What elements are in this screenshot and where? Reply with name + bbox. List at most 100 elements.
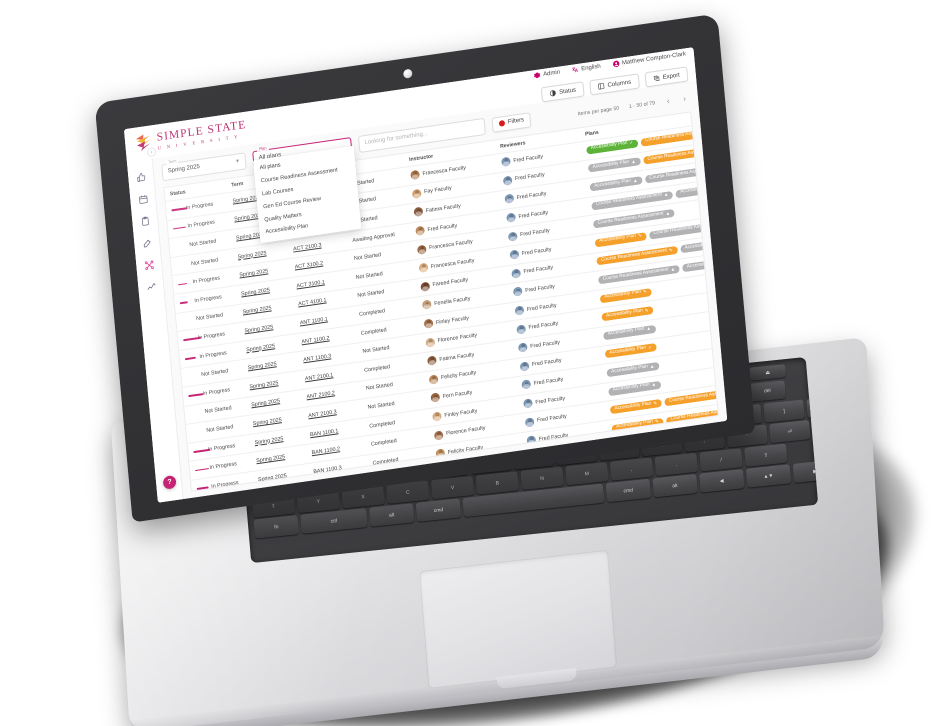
cell-instructor-label: Fred Faculty [427, 222, 458, 233]
cell-reviewer-label: Fred Faculty [535, 395, 566, 406]
keyboard-key[interactable]: ▶ [792, 459, 819, 483]
status-label: Not Started [195, 312, 224, 323]
cell-term[interactable]: Spring 2025 [239, 321, 295, 335]
keyboard-key[interactable]: del [748, 380, 787, 402]
plan-badge-label: Course Readiness Assessment [644, 131, 693, 144]
cell-term[interactable]: Spring 2025 [243, 358, 299, 372]
plan-badge[interactable]: Accessibility Plan▲ [679, 242, 703, 254]
keyboard-key[interactable]: cmd [415, 498, 462, 522]
cell-term[interactable]: Spring 2025 [248, 414, 304, 428]
keyboard-key[interactable]: alt [652, 473, 698, 498]
keyboard-key[interactable]: N [520, 466, 564, 490]
cell-reviewer-label: Fred Faculty [536, 413, 567, 424]
plan-badge-label: Accessibility Plan [679, 186, 698, 195]
avatar [523, 398, 533, 409]
avatar [425, 337, 436, 348]
keyboard-key[interactable]: ▲▼ [745, 464, 792, 488]
plan-dropdown-menu[interactable]: All plans Course Readiness Assessment Lab … [252, 145, 362, 243]
cell-reviewer-label: Fred Faculty [523, 265, 554, 276]
avatar [435, 448, 446, 459]
avatar [511, 268, 521, 279]
keyboard-key[interactable]: M [565, 462, 609, 486]
plan-badge[interactable]: Accessibility Plan▲ [682, 261, 705, 273]
avatar [507, 231, 518, 242]
plan-badge-label: Course Readiness Assessment [647, 149, 695, 163]
term-field-label: Term [165, 158, 179, 165]
filters-button[interactable]: Filters [491, 111, 532, 133]
plan-badge-status-icon: ▲ [649, 363, 655, 369]
keyboard-key[interactable]: / [699, 448, 743, 472]
progress-bar [188, 393, 203, 397]
plan-badge-status-icon: ▲ [670, 266, 676, 272]
trackpad[interactable] [419, 549, 618, 689]
cell-term[interactable]: Spring 2025 [233, 247, 289, 261]
cell-term[interactable]: Spring 2025 [241, 340, 297, 354]
gear-icon [534, 72, 541, 79]
keyboard-key[interactable]: B [475, 471, 519, 495]
keyboard-key[interactable]: cmd [605, 478, 651, 503]
cell-course[interactable]: BAN 1100.3 [308, 461, 368, 476]
keyboard-key[interactable]: ⏎ [769, 420, 811, 444]
sidebar-item-edit[interactable] [141, 238, 152, 249]
cell-reviewer-label: Fred Faculty [538, 432, 569, 443]
plan-badge-label: Accessibility Plan [594, 178, 632, 189]
keyboard-key[interactable]: . [654, 452, 698, 477]
keyboard-key[interactable]: ◀ [698, 469, 745, 493]
status-label: In Progress [207, 442, 236, 453]
cell-reviewer-label: Fred Faculty [531, 357, 562, 369]
keyboard-key[interactable]: fn [253, 515, 299, 539]
sidebar-item-dashboard[interactable] [135, 172, 146, 183]
status-label: In Progress [197, 331, 226, 342]
cell-reviewer-label: Fred Faculty [518, 209, 549, 220]
avatar [518, 342, 528, 353]
cell-term[interactable]: Spring 2025 [249, 433, 305, 447]
cell-term[interactable]: Spring 2025 [246, 395, 302, 409]
filters-count-badge [498, 119, 506, 127]
plan-badge-status-icon: ▲ [665, 210, 671, 216]
cell-term[interactable]: Spring 2025 [236, 284, 292, 298]
cell-term[interactable]: Spring 2025 [244, 377, 300, 391]
keyboard-key[interactable]: alt [368, 503, 415, 527]
progress-bar [171, 207, 188, 212]
cell-instructor-label: Fatima Faculty [425, 203, 462, 215]
cell-term[interactable]: Spring 2025 [234, 265, 290, 279]
sidebar-item-calendar[interactable] [137, 194, 148, 205]
keyboard-key[interactable]: ⇧ [744, 443, 788, 467]
keyboard-key[interactable]: , [609, 457, 654, 481]
contrast-icon [549, 90, 556, 97]
keyboard-key[interactable]: ctrl [300, 508, 368, 534]
keyboard-key[interactable]: ] [763, 399, 805, 423]
cell-reviewer-label: Fred Faculty [513, 153, 544, 164]
avatar [519, 361, 530, 372]
cell-instructor-label: Francesca Faculty [428, 239, 474, 252]
cell-reviewer-label: Fred Faculty [526, 302, 557, 313]
cell-term[interactable]: Spring 2025 [253, 470, 309, 484]
avatar [433, 429, 444, 441]
cell-term[interactable]: Spring 2025 [251, 451, 307, 465]
translate-icon [571, 67, 578, 73]
user-avatar-icon [612, 60, 620, 68]
plan-badge-label: Accessibility Plan [686, 261, 705, 270]
keyboard-key[interactable]: V [430, 475, 475, 500]
plan-badge-label: Accessibility Plan [599, 233, 637, 245]
progress-bar [196, 486, 209, 490]
avatar [506, 212, 516, 223]
cell-instructor-label: Finley Faculty [444, 407, 478, 419]
plan-badge-status-icon: ✎ [668, 247, 673, 254]
avatar [415, 225, 425, 236]
plan-badge-label: Accessibility Plan [616, 419, 654, 430]
cell-term[interactable]: Spring 2025 [238, 303, 294, 317]
cell-instructor-label: Francesca Faculty [422, 164, 467, 178]
plan-badge-label: Accessibility Plan [614, 401, 652, 412]
plan-badge[interactable]: Course Readiness Assessment✎ [665, 409, 719, 426]
keyboard-key[interactable]: ⏏ [749, 364, 787, 381]
sidebar-item-workflow[interactable] [143, 260, 154, 271]
avatar [501, 156, 511, 168]
sidebar-item-clipboard[interactable] [139, 216, 150, 227]
plan-badge[interactable]: Accessibility Plan ✎ [611, 417, 664, 433]
plan-badge[interactable]: Accessibility Plan▲ [675, 186, 698, 198]
sidebar-item-analytics[interactable] [145, 282, 156, 293]
cell-status: In Progress [192, 478, 254, 492]
avatar [504, 194, 515, 205]
term-value: Spring 2025 [167, 163, 201, 175]
